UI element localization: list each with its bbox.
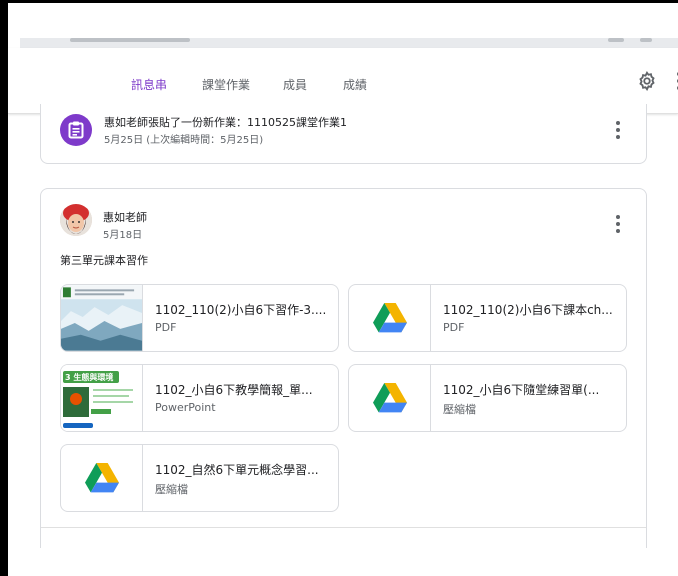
post-text: 第三單元課本習作 (60, 254, 148, 267)
attachment-card[interactable]: 1102_小自6下隨堂練習單(... 壓縮檔 (348, 364, 627, 432)
attachment-card[interactable]: 1102_110(2)小自6下習作-3.... PDF (60, 284, 339, 352)
tab-grades[interactable]: 成績 (343, 76, 367, 93)
assignment-announcement-card[interactable]: 惠如老師張貼了一份新作業：1110525課堂作業1 5月25日 (上次編輯時間：… (40, 104, 647, 164)
attachment-title: 1102_110(2)小自6下課本ch... (443, 303, 613, 317)
attachment-type: PDF (155, 321, 177, 334)
assignment-icon (60, 114, 92, 146)
more-vert-icon[interactable] (616, 121, 620, 139)
attachment-type: 壓縮檔 (155, 483, 188, 496)
attachment-card[interactable]: 3 生態與環境 1102_小自6下教學簡報_單... PowerPoint (60, 364, 339, 432)
frame-top-border (0, 0, 678, 3)
post-author: 惠如老師 (103, 211, 147, 224)
gear-icon[interactable] (636, 70, 658, 92)
image-thumbnail (61, 285, 143, 351)
attachment-title: 1102_110(2)小自6下習作-3.... (155, 303, 327, 317)
stream-post-card: 惠如老師 5月18日 第三單元課本習作 1102_110(2)小自6下習作-3.… (40, 188, 647, 548)
drive-icon (61, 445, 143, 511)
more-vert-icon[interactable] (616, 215, 620, 233)
announcement-title: 惠如老師張貼了一份新作業：1110525課堂作業1 (104, 116, 347, 129)
attachment-card[interactable]: 1102_自然6下單元概念學習... 壓縮檔 (60, 444, 339, 512)
avatar (60, 204, 92, 236)
comment-divider (41, 527, 646, 528)
tab-stream[interactable]: 訊息串 (131, 76, 167, 93)
drive-icon (349, 285, 431, 351)
tab-people[interactable]: 成員 (283, 76, 307, 93)
frame-left-border (0, 0, 8, 576)
tab-classwork[interactable]: 課堂作業 (202, 76, 250, 93)
attachment-title: 1102_小自6下教學簡報_單... (155, 383, 313, 397)
attachment-type: 壓縮檔 (443, 403, 476, 416)
attachment-type: PDF (443, 321, 465, 334)
browser-bar-fragment (20, 38, 678, 48)
attachment-title: 1102_自然6下單元概念學習... (155, 463, 319, 477)
attachment-card[interactable]: 1102_110(2)小自6下課本ch... PDF (348, 284, 627, 352)
slide-thumbnail: 3 生態與環境 (61, 365, 143, 431)
drive-icon (349, 365, 431, 431)
announcement-subtitle: 5月25日 (上次編輯時間：5月25日) (104, 135, 264, 146)
attachment-type: PowerPoint (155, 401, 216, 414)
slide-thumbnail-label: 3 生態與環境 (65, 373, 114, 382)
post-date: 5月18日 (103, 230, 143, 241)
attachment-title: 1102_小自6下隨堂練習單(... (443, 383, 600, 397)
